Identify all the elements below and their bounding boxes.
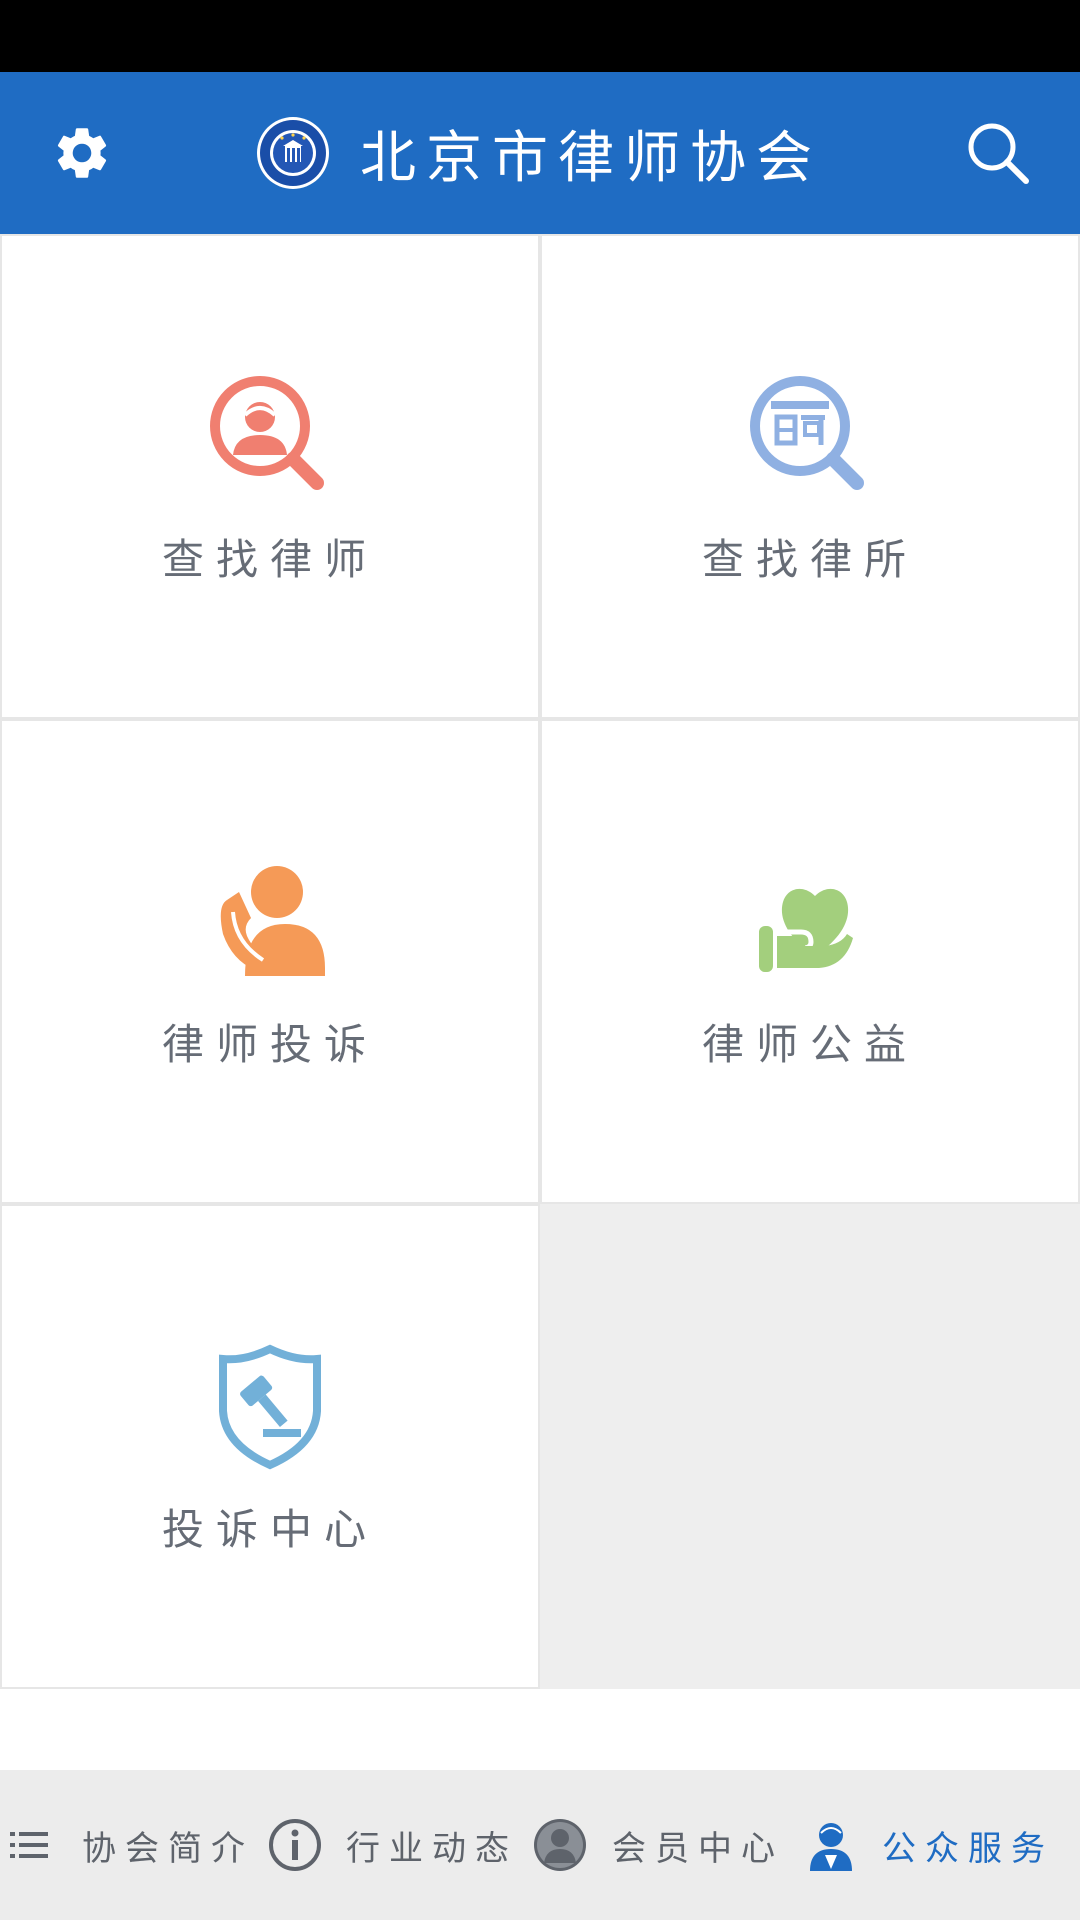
- tile-find-firm[interactable]: 查找律所: [540, 234, 1080, 719]
- search-icon: [968, 123, 1029, 184]
- nav-item-industry-news[interactable]: 行业动态: [268, 1770, 518, 1920]
- tile-label: 律师公益: [701, 1020, 918, 1069]
- status-bar: [0, 0, 1080, 72]
- tile-find-lawyer[interactable]: 查找律师: [0, 234, 540, 719]
- bottom-nav: 协会简介 行业动态 会员中心 公众服务: [0, 1770, 1080, 1920]
- gear-icon: [57, 128, 107, 178]
- gavel-shield-icon: [219, 1344, 321, 1470]
- info-icon: [269, 1819, 321, 1871]
- phone-person-icon: [220, 866, 325, 976]
- tile-complaint-center[interactable]: 投诉中心: [0, 1204, 540, 1689]
- list-icon: [10, 1832, 48, 1858]
- empty-cell: [540, 1204, 1080, 1689]
- heart-hand-icon: [759, 888, 853, 972]
- lawyer-search-icon: [210, 376, 324, 490]
- nav-label: 公众服务: [882, 1828, 1054, 1869]
- tile-label: 律师投诉: [161, 1020, 378, 1069]
- tile-label: 投诉中心: [161, 1505, 378, 1554]
- nav-label: 会员中心: [612, 1828, 784, 1869]
- tile-lawyer-charity[interactable]: 律师公益: [540, 719, 1080, 1204]
- firm-search-icon: [750, 376, 864, 490]
- settings-button[interactable]: [12, 72, 152, 234]
- association-logo: [257, 117, 329, 189]
- tile-label: 查找律师: [161, 535, 378, 584]
- member-icon: [534, 1819, 586, 1871]
- nav-item-about[interactable]: 协会简介: [10, 1770, 254, 1920]
- nav-label: 协会简介: [82, 1828, 254, 1869]
- tile-lawyer-complaint[interactable]: 律师投诉: [0, 719, 540, 1204]
- service-grid: 查找律师 查找律所 律师投诉 律师公益 投诉中心: [0, 234, 1080, 1689]
- nav-item-public-service[interactable]: 公众服务: [808, 1770, 1054, 1920]
- nav-item-member-center[interactable]: 会员中心: [532, 1770, 784, 1920]
- tile-label: 查找律所: [701, 535, 918, 584]
- search-button[interactable]: [928, 72, 1068, 234]
- nav-label: 行业动态: [346, 1828, 518, 1869]
- public-service-icon: [810, 1823, 852, 1871]
- app-header: 北京市律师协会: [0, 72, 1080, 234]
- page-title: 北京市律师协会: [360, 125, 822, 191]
- header-title-group: 北京市律师协会: [256, 72, 822, 234]
